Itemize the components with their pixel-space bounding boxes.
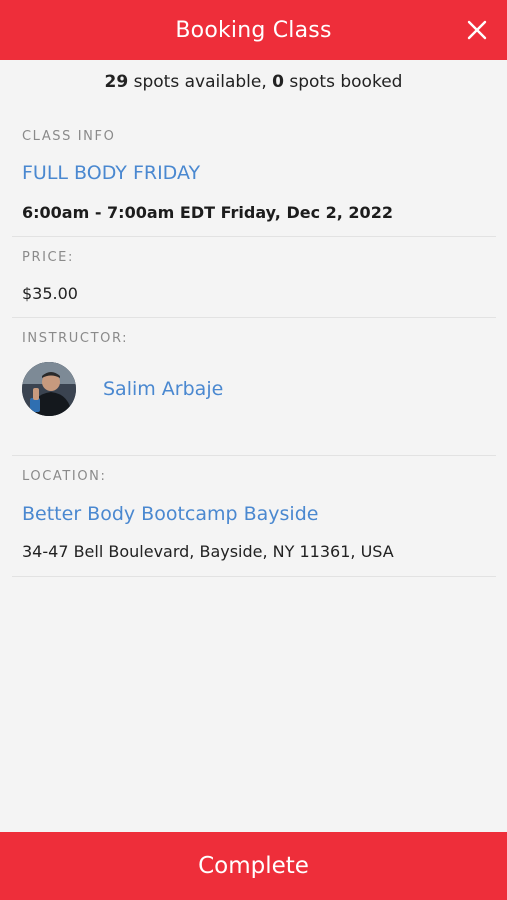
instructor-section: INSTRUCTOR: Salim Arbaje [12,318,496,456]
location-name-link[interactable]: Better Body Bootcamp Bayside [22,503,318,525]
instructor-name-link[interactable]: Salim Arbaje [103,378,223,400]
price-label: PRICE: [22,250,74,265]
spots-booked-count: 0 [272,72,284,92]
header-bar: Booking Class [0,0,507,60]
spots-booked-text: spots booked [283,72,403,92]
class-schedule: 6:00am - 7:00am EDT Friday, Dec 2, 2022 [22,203,393,222]
location-address: 34-47 Bell Boulevard, Bayside, NY 11361,… [22,542,394,561]
instructor-label: INSTRUCTOR: [22,331,129,346]
instructor-avatar[interactable] [22,362,76,416]
complete-button[interactable]: Complete [0,832,507,900]
close-button[interactable] [461,14,493,46]
class-info-label: CLASS INFO [22,129,116,144]
page-title: Booking Class [175,17,332,43]
class-name-link[interactable]: FULL BODY FRIDAY [22,162,200,184]
price-value: $35.00 [22,284,78,303]
close-icon [467,20,487,40]
spots-summary: 29 spots available, 0 spots booked [0,72,507,92]
spots-available-count: 29 [104,72,129,92]
price-section: PRICE: $35.00 [12,237,496,318]
location-label: LOCATION: [22,469,107,484]
avatar-photo [22,362,76,416]
location-section: LOCATION: Better Body Bootcamp Bayside 3… [12,456,496,577]
class-info-section: CLASS INFO FULL BODY FRIDAY 6:00am - 7:0… [12,118,496,237]
spots-available-text: spots available, [128,72,273,92]
